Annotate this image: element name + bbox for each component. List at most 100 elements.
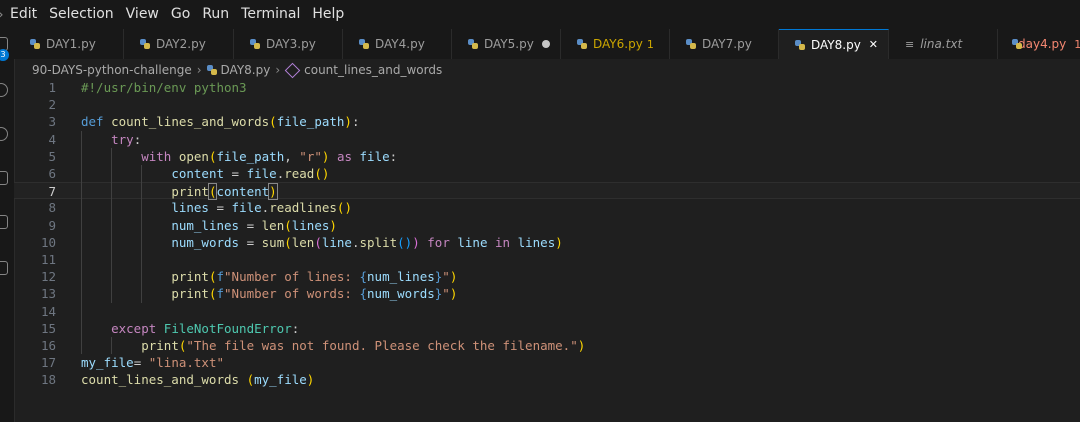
line-number: 14 xyxy=(40,303,56,319)
menu-run[interactable]: Run xyxy=(196,0,235,29)
code-editor[interactable]: 1 #!/usr/bin/env python3 2 3 def count_lines… xyxy=(14,79,1080,422)
line-number: 8 xyxy=(48,200,56,216)
python-icon xyxy=(206,65,217,75)
editor-tabs: DAY1.py DAY2.py DAY3.py DAY4.py DAY5.py … xyxy=(14,29,1080,59)
code-line[interactable]: 2 xyxy=(14,96,1080,113)
breadcrumb: 90-DAYS-python-challenge › DAY8.py › cou… xyxy=(14,59,1080,81)
search-icon[interactable] xyxy=(0,83,8,97)
code-line[interactable]: 10 num_words = sum(len(line.split()) for… xyxy=(14,234,1080,251)
breadcrumb-symbol[interactable]: count_lines_and_words xyxy=(304,63,442,77)
source-control-icon[interactable] xyxy=(0,127,8,141)
python-icon xyxy=(140,39,150,49)
tab-day6[interactable]: DAY6.py 1 xyxy=(561,29,670,59)
tab-label: DAY6.py xyxy=(593,37,643,51)
code-line[interactable]: 17 my_file= "lina.txt" xyxy=(14,354,1080,371)
method-symbol-icon xyxy=(284,62,301,78)
tab-label: DAY5.py xyxy=(484,37,534,51)
tab-day4-lower[interactable]: day4.py 1 xyxy=(998,29,1080,59)
line-number: 9 xyxy=(48,217,56,233)
code-line[interactable]: 7 print(content) xyxy=(14,182,1080,201)
code-line[interactable]: 12 print(f"Number of lines: {num_lines}"… xyxy=(14,268,1080,285)
code-line[interactable]: 4 try: xyxy=(14,131,1080,148)
code-text: print(f"Number of words: {num_words}") xyxy=(171,286,458,302)
line-number: 18 xyxy=(40,372,56,388)
close-icon[interactable]: ✕ xyxy=(869,38,878,51)
line-number: 12 xyxy=(40,269,56,285)
problem-count: 1 xyxy=(646,37,654,51)
code-text: print("The file was not found. Please ch… xyxy=(141,338,586,353)
code-line[interactable]: 3 def count_lines_and_words(file_path): xyxy=(14,113,1080,130)
tab-lina-txt[interactable]: ≡ lina.txt xyxy=(889,29,998,59)
testing-icon[interactable] xyxy=(0,261,8,275)
chevron-right-icon: › xyxy=(275,63,281,77)
python-icon xyxy=(359,39,369,49)
menu-terminal[interactable]: Terminal xyxy=(235,0,306,29)
code-text: try: xyxy=(111,131,142,147)
line-number: 4 xyxy=(48,131,56,147)
code-text: except FileNotFoundError: xyxy=(111,320,300,336)
indent-guide xyxy=(141,165,143,303)
code-line[interactable]: 9 num_lines = len(lines) xyxy=(14,217,1080,234)
tab-day2[interactable]: DAY2.py xyxy=(124,29,234,59)
tab-label: DAY3.py xyxy=(266,37,316,51)
menu-view[interactable]: View xyxy=(120,0,165,29)
python-icon xyxy=(577,39,587,49)
python-icon xyxy=(686,39,696,49)
line-number: 3 xyxy=(48,114,56,130)
code-text: def count_lines_and_words(file_path): xyxy=(81,114,360,130)
code-text: num_words = sum(len(line.split()) for li… xyxy=(171,234,563,250)
code-line[interactable]: 15 except FileNotFoundError: xyxy=(14,320,1080,337)
code-line[interactable]: 5 with open(file_path, "r") as file: xyxy=(14,148,1080,165)
line-number: 11 xyxy=(40,252,56,267)
code-line[interactable]: 16 print("The file was not found. Please… xyxy=(14,337,1080,354)
breadcrumb-folder[interactable]: 90-DAYS-python-challenge xyxy=(32,63,192,77)
code-line[interactable]: 11 xyxy=(14,251,1080,268)
code-line[interactable]: 18 count_lines_and_words (my_file) xyxy=(14,371,1080,388)
line-number: 7 xyxy=(48,184,56,200)
tab-label: DAY4.py xyxy=(375,37,425,51)
code-line[interactable]: 1 #!/usr/bin/env python3 xyxy=(14,79,1080,96)
tab-label: DAY8.py xyxy=(811,37,861,52)
tab-day8[interactable]: DAY8.py ✕ xyxy=(779,29,889,59)
tab-day3[interactable]: DAY3.py xyxy=(234,29,343,59)
code-text: print(f"Number of lines: {num_lines}") xyxy=(171,269,458,285)
unsaved-dot-icon[interactable] xyxy=(542,38,550,51)
tab-label: DAY7.py xyxy=(702,37,752,51)
breadcrumb-file[interactable]: DAY8.py xyxy=(221,63,271,77)
code-text: #!/usr/bin/env python3 xyxy=(81,80,247,95)
line-number: 10 xyxy=(40,234,56,250)
chevron-right-icon: › xyxy=(196,63,202,77)
problem-count: 1 xyxy=(1074,37,1080,51)
code-text: content = file.read() xyxy=(171,166,330,181)
menu-help[interactable]: Help xyxy=(306,0,350,29)
menu-edit[interactable]: Edit xyxy=(4,0,43,29)
menu-go[interactable]: Go xyxy=(165,0,196,29)
line-number: 5 xyxy=(48,148,56,164)
tab-day1[interactable]: DAY1.py xyxy=(14,29,124,59)
tab-day5[interactable]: DAY5.py xyxy=(452,29,561,59)
line-number: 16 xyxy=(40,338,56,353)
run-debug-icon[interactable] xyxy=(0,171,8,185)
line-number: 15 xyxy=(40,320,56,336)
tab-label: DAY2.py xyxy=(156,37,206,51)
code-line[interactable]: 8 lines = file.readlines() xyxy=(14,199,1080,216)
tab-day7[interactable]: DAY7.py xyxy=(670,29,779,59)
code-line[interactable]: 13 print(f"Number of words: {num_words}"… xyxy=(14,285,1080,302)
indent-guide xyxy=(111,337,113,355)
indent-guide xyxy=(81,130,82,355)
code-line[interactable]: 6 content = file.read() xyxy=(14,165,1080,182)
line-number: 2 xyxy=(48,97,56,113)
line-number: 13 xyxy=(40,286,56,302)
menu-selection[interactable]: Selection xyxy=(43,0,120,29)
python-icon xyxy=(468,39,478,49)
code-line[interactable]: 14 xyxy=(14,303,1080,320)
extensions-icon[interactable] xyxy=(0,215,8,229)
tab-label: DAY1.py xyxy=(46,37,96,51)
line-number: 17 xyxy=(40,355,56,371)
line-number: 1 xyxy=(48,80,56,95)
python-icon xyxy=(250,39,260,49)
activity-badge: 3 xyxy=(0,49,9,61)
code-text: count_lines_and_words (my_file) xyxy=(81,372,315,388)
tab-day4[interactable]: DAY4.py xyxy=(343,29,452,59)
activity-bar: 3 xyxy=(0,29,15,422)
